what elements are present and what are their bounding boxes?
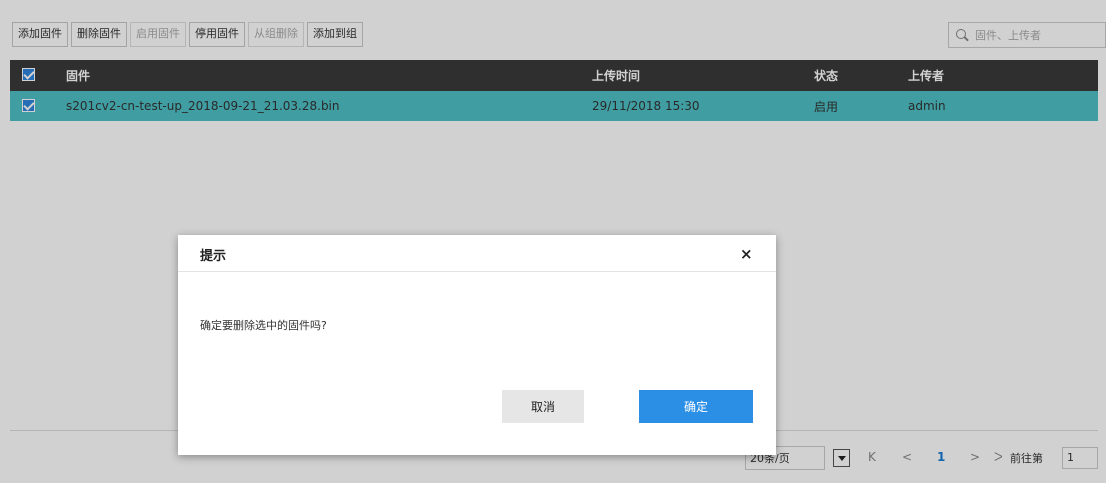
dialog-message: 确定要删除选中的固件吗? [200,319,327,332]
cancel-button[interactable]: 取消 [502,390,584,423]
confirm-dialog: 提示 × 确定要删除选中的固件吗? 取消 确定 [178,235,776,455]
close-icon[interactable]: × [740,245,753,263]
dialog-title: 提示 [200,249,227,264]
confirm-button[interactable]: 确定 [639,390,753,423]
dialog-divider [178,271,776,272]
